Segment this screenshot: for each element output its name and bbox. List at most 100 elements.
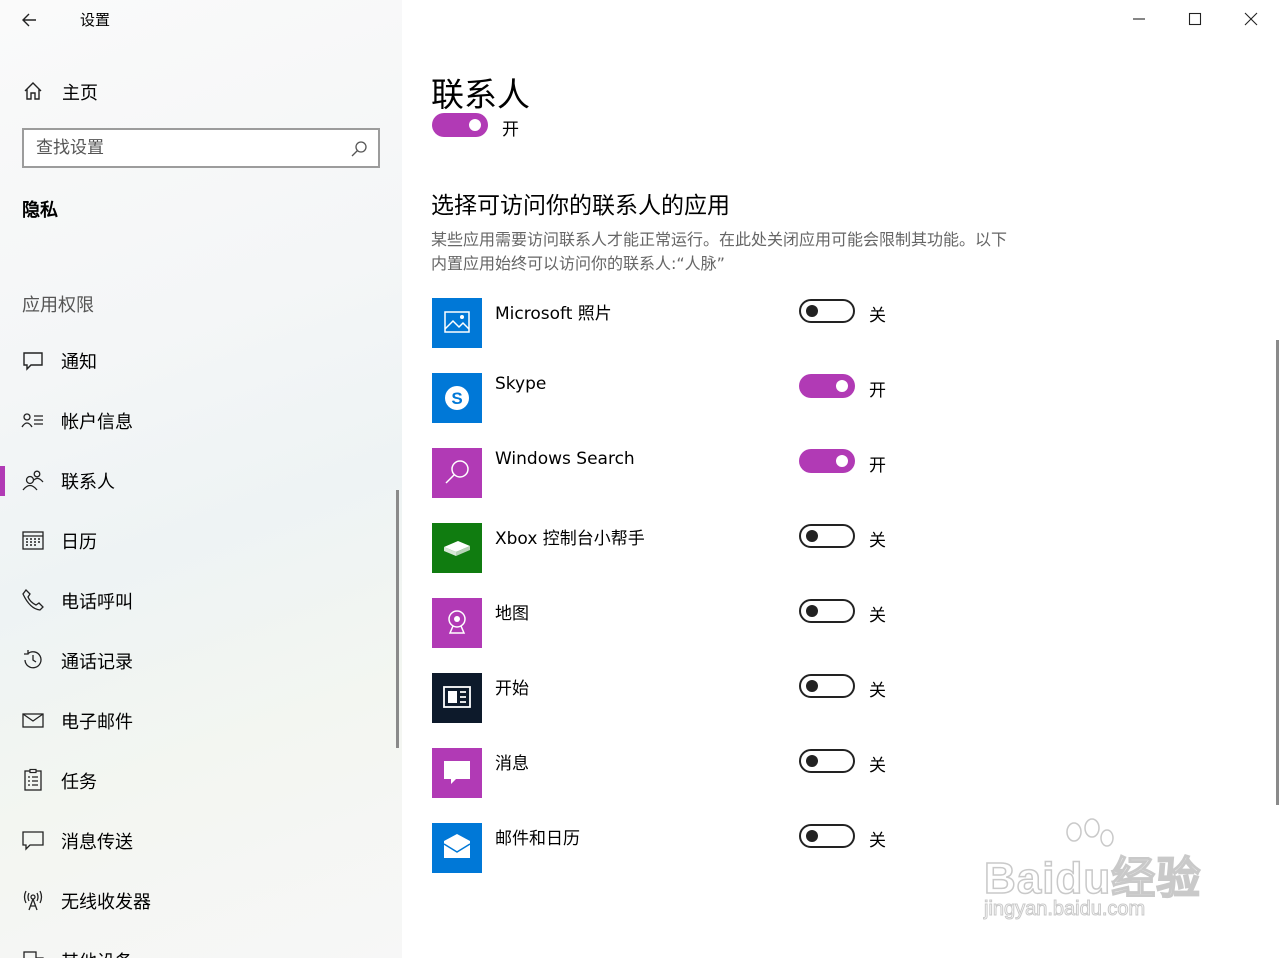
app-name: 邮件和日历 [495,829,580,849]
toggle-knob [806,830,818,842]
app-toggle[interactable] [799,449,855,473]
watermark-brand: Baidu经验 [983,853,1202,904]
mail-icon [443,834,471,858]
baidu-watermark: Baidu经验 jingyan.baidu.com [983,818,1214,928]
notification-icon [23,352,43,371]
messaging-icon [444,761,470,784]
sidebar-item-tasks[interactable]: 任务 [0,756,398,804]
section-description: 某些应用需要访问联系人才能正常运行。在此处关闭应用可能会限制其功能。以下内置应用… [431,230,1008,273]
app-row-messaging: 消息 关 [432,748,902,800]
sidebar-item-label: 联系人 [61,472,115,493]
account-info-icon [21,413,43,428]
app-row-xbox: Xbox 控制台小帮手 关 [432,523,902,575]
sidebar-item-contacts[interactable]: 联系人 [0,456,398,504]
skype-icon: S [445,386,469,410]
app-tile [432,673,482,723]
toggle-knob [836,380,848,392]
app-tile [432,298,482,348]
back-button[interactable] [18,8,46,32]
calendar-icon [22,531,44,550]
sidebar-item-radios[interactable]: 无线收发器 [0,876,398,924]
svg-text:S: S [451,389,462,408]
minimize-button[interactable] [1112,0,1168,38]
app-toggle[interactable] [799,749,855,773]
sidebar-item-label: 任务 [61,772,97,793]
app-toggle[interactable] [799,374,855,398]
app-name: 开始 [495,679,529,699]
app-tile [432,598,482,648]
close-icon [1244,12,1258,26]
search-icon[interactable] [350,140,368,158]
contacts-icon [22,470,44,491]
sidebar-scrollbar[interactable] [396,490,399,748]
sidebar-item-label: 通知 [61,352,97,373]
close-button[interactable] [1224,0,1280,38]
history-icon [24,650,42,669]
sidebar-item-label: 帐户信息 [61,412,133,433]
app-row-maps: 地图 关 [432,598,902,650]
search-icon [445,460,469,484]
app-row-start: 开始 关 [432,673,902,725]
search-input[interactable] [36,136,336,160]
devices-icon [23,951,44,958]
back-arrow-icon [22,13,36,27]
app-tile [432,823,482,873]
window-title: 设置 [80,11,111,29]
toggle-knob [836,455,848,467]
sidebar-item-notifications[interactable]: 通知 [0,336,398,384]
app-toggle[interactable] [799,524,855,548]
app-name: Xbox 控制台小帮手 [495,529,645,549]
sidebar-item-other-devices[interactable]: 其他设备 [0,936,398,958]
app-toggle[interactable] [799,599,855,623]
start-icon [443,686,471,708]
sidebar: 设置 主页 隐私 应用权限 通知 帐户信息 [0,0,402,958]
section-subtitle: 选择可访问你的联系人的应用 [431,193,730,219]
contacts-access-toggle[interactable] [432,113,488,137]
toggle-state-label: 关 [869,606,886,626]
app-row-skype: S Skype 开 [432,373,902,425]
section-title: 隐私 [22,200,58,221]
toggle-state-label: 关 [869,756,886,776]
search-box[interactable] [22,128,380,168]
main-scrollbar[interactable] [1276,340,1279,805]
group-title: 应用权限 [22,295,94,316]
toggle-knob [469,119,481,131]
toggle-state-label: 关 [869,831,886,851]
maximize-button[interactable] [1168,0,1224,38]
app-toggle[interactable] [799,824,855,848]
sidebar-item-email[interactable]: 电子邮件 [0,696,398,744]
app-tile [432,448,482,498]
sidebar-item-messaging[interactable]: 消息传送 [0,816,398,864]
toggle-switch[interactable] [432,113,488,137]
app-tile [432,748,482,798]
sidebar-item-label: 无线收发器 [61,892,151,913]
sidebar-item-label: 电子邮件 [61,712,133,733]
sidebar-item-home[interactable]: 主页 [0,70,402,112]
app-toggle[interactable] [799,674,855,698]
app-toggle[interactable] [799,299,855,323]
mail-icon [22,713,44,728]
toggle-knob [806,305,818,317]
minimize-icon [1133,18,1145,20]
toggle-state-label: 开 [869,381,886,401]
sidebar-item-account-info[interactable]: 帐户信息 [0,396,398,444]
toggle-state-label: 开 [869,456,886,476]
sidebar-item-label: 主页 [62,83,98,104]
watermark-url: jingyan.baidu.com [983,898,1146,921]
app-tile: S [432,373,482,423]
toggle-state-label: 开 [502,120,519,140]
app-name: Microsoft 照片 [495,304,612,324]
toggle-state-label: 关 [869,681,886,701]
xbox-icon [444,541,470,556]
toggle-knob [806,755,818,767]
sidebar-item-label: 日历 [61,532,97,553]
sidebar-item-call-history[interactable]: 通话记录 [0,636,398,684]
messaging-icon [22,831,44,851]
sidebar-item-calendar[interactable]: 日历 [0,516,398,564]
home-icon [24,82,42,100]
sidebar-item-label: 通话记录 [61,652,133,673]
app-row-photos: Microsoft 照片 关 [432,298,902,350]
sidebar-item-phone-calls[interactable]: 电话呼叫 [0,576,398,624]
title-bar: 设置 [0,0,402,40]
app-tile [432,523,482,573]
